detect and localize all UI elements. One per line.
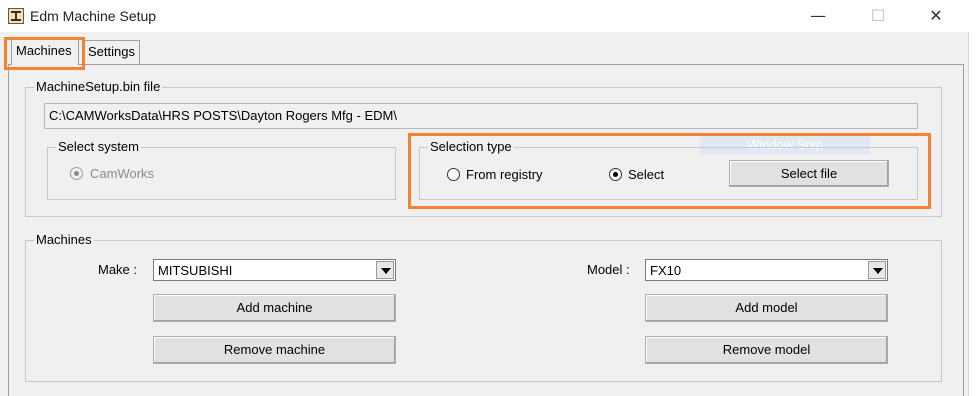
chevron-down-icon[interactable] <box>868 261 886 279</box>
model-label: Model : <box>587 262 630 277</box>
remove-model-button[interactable]: Remove model <box>645 336 888 364</box>
camworks-radio-label: CamWorks <box>90 166 155 181</box>
machines-group-label: Machines <box>34 232 94 247</box>
app-icon <box>8 8 24 24</box>
model-dropdown-value: FX10 <box>650 263 682 278</box>
tab-settings[interactable]: Settings <box>83 40 140 64</box>
model-dropdown[interactable]: FX10 <box>645 259 888 281</box>
tab-settings-label: Settings <box>88 44 135 59</box>
add-model-button-label: Add model <box>735 300 798 315</box>
file-group-label: MachineSetup.bin file <box>34 79 163 94</box>
remove-model-button-label: Remove model <box>722 342 811 357</box>
remove-machine-button[interactable]: Remove machine <box>153 336 396 364</box>
add-machine-button-label: Add machine <box>236 300 313 315</box>
window-edge <box>968 32 978 396</box>
maximize-icon: ☐ <box>870 6 886 25</box>
close-icon[interactable]: ✕ <box>926 6 946 26</box>
make-dropdown-value: MITSUBISHI <box>158 263 233 278</box>
file-path-text: C:\CAMWorksData\HRS POSTS\Dayton Rogers … <box>49 108 397 123</box>
make-label: Make : <box>98 262 138 277</box>
minimize-icon[interactable]: — <box>808 6 828 26</box>
title-bar: Edm Machine Setup — ☐ ✕ <box>0 0 978 32</box>
camworks-radio <box>70 167 83 180</box>
window-title: Edm Machine Setup <box>30 8 157 24</box>
remove-machine-button-label: Remove machine <box>223 342 326 357</box>
highlight-selection-type <box>408 133 931 209</box>
chevron-down-icon[interactable] <box>376 261 394 279</box>
make-dropdown[interactable]: MITSUBISHI <box>153 259 396 281</box>
select-system-label: Select system <box>56 139 141 154</box>
add-model-button[interactable]: Add model <box>645 294 888 322</box>
file-path-field[interactable]: C:\CAMWorksData\HRS POSTS\Dayton Rogers … <box>44 103 918 129</box>
add-machine-button[interactable]: Add machine <box>153 294 396 322</box>
highlight-tab-machines <box>4 37 85 70</box>
